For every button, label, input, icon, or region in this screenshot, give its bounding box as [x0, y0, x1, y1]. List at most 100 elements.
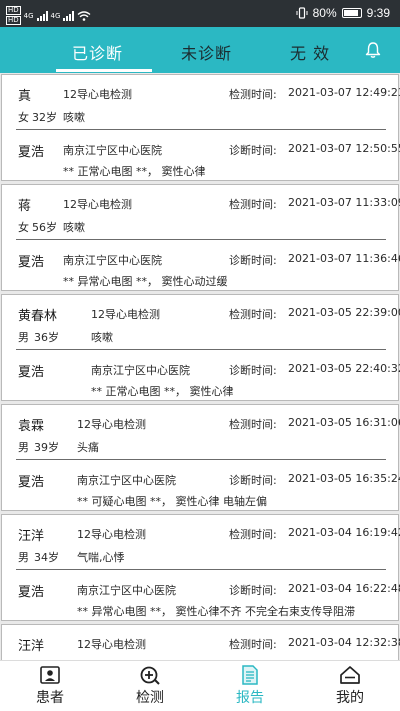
signal-icon — [36, 10, 48, 21]
doctor-name: 夏浩 — [18, 475, 45, 490]
patient-sex: 男 — [18, 551, 29, 564]
diagnosis-result: ** 正常心电图 **， 窦性心律 — [63, 165, 206, 178]
nav-label: 检测 — [136, 690, 164, 706]
nav-label: 患者 — [36, 690, 64, 706]
home-icon — [340, 666, 360, 684]
report-icon — [242, 665, 258, 685]
report-card[interactable]: 真 12导心电检测 检测时间: 2021-03-07 12:49:23 女 32… — [1, 74, 400, 181]
hospital-name: 南京江宁区中心医院 — [77, 474, 176, 487]
nav-label: 我的 — [336, 690, 364, 706]
sim1-badge: HD — [6, 6, 21, 15]
hospital-name: 南京江宁区中心医院 — [77, 584, 176, 597]
divider — [16, 239, 386, 240]
hospital-name: 南京江宁区中心医院 — [63, 144, 162, 157]
test-time-label: 检测时间: — [229, 198, 277, 211]
diag-time-label: 诊断时间: — [229, 474, 277, 487]
status-bar: HD HD 4G 4G 80% 9:39 — [0, 0, 400, 27]
detect-icon — [140, 666, 160, 685]
symptom: 气喘,心悸 — [77, 551, 125, 564]
signal-area: HD HD 4G 4G — [6, 6, 91, 25]
nav-patients[interactable]: 患者 — [20, 665, 80, 707]
network-type-2: 4G — [50, 11, 61, 20]
report-card[interactable]: 汪洋 12导心电检测 检测时间: 2021-03-04 12:32:38 — [1, 624, 400, 660]
tab-diagnosed[interactable]: 已诊断 — [72, 40, 123, 64]
patient-name: 汪洋 — [18, 639, 45, 654]
status-right: 80% 9:39 — [296, 6, 390, 20]
battery-icon — [341, 8, 362, 18]
divider — [16, 349, 386, 350]
tab-invalid[interactable]: 无 效 — [290, 40, 330, 64]
divider — [16, 459, 386, 460]
report-card[interactable]: 蒋 12导心电检测 检测时间: 2021-03-07 11:33:09 女 56… — [1, 184, 400, 291]
patient-name: 蒋 — [18, 199, 32, 214]
sim2-badge: HD — [6, 16, 21, 25]
patient-name: 黄春林 — [18, 309, 58, 324]
test-time: 2021-03-04 16:19:42 — [288, 526, 400, 539]
active-tab-indicator — [56, 69, 152, 72]
network-type-1: 4G — [23, 11, 34, 20]
test-time: 2021-03-07 11:33:09 — [288, 196, 400, 209]
diag-time-label: 诊断时间: — [229, 144, 277, 157]
diag-time: 2021-03-04 16:22:48 — [288, 582, 400, 595]
test-time-label: 检测时间: — [229, 88, 277, 101]
clock: 9:39 — [366, 6, 390, 20]
diag-time: 2021-03-05 16:35:24 — [288, 472, 400, 485]
patient-age: 32岁 — [32, 111, 57, 124]
patient-sex: 女 — [18, 221, 29, 234]
nav-detect[interactable]: 检测 — [120, 665, 180, 707]
test-type: 12导心电检测 — [77, 418, 146, 431]
symptom: 咳嗽 — [63, 221, 85, 234]
patient-age: 34岁 — [34, 551, 59, 564]
doctor-name: 夏浩 — [18, 145, 45, 160]
test-time-label: 检测时间: — [229, 308, 277, 321]
diag-time-label: 诊断时间: — [229, 254, 277, 267]
bell-icon[interactable] — [364, 41, 382, 59]
hospital-name: 南京江宁区中心医院 — [91, 364, 190, 377]
hospital-name: 南京江宁区中心医院 — [63, 254, 162, 267]
patient-name: 汪洋 — [18, 529, 45, 544]
divider — [16, 129, 386, 130]
report-card[interactable]: 汪洋 12导心电检测 检测时间: 2021-03-04 16:19:42 男 3… — [1, 514, 400, 621]
top-tab-bar: 已诊断 未诊断 无 效 — [0, 27, 400, 73]
diagnosis-result: ** 异常心电图 **， 窦性心律不齐 不完全右束支传导阻滞 — [77, 605, 355, 618]
vibrate-icon — [296, 7, 308, 19]
test-time: 2021-03-05 16:31:06 — [288, 416, 400, 429]
symptom: 头痛 — [77, 441, 99, 454]
divider — [16, 569, 386, 570]
patient-age: 36岁 — [34, 331, 59, 344]
wifi-icon — [77, 10, 91, 21]
report-list[interactable]: 真 12导心电检测 检测时间: 2021-03-07 12:49:23 女 32… — [0, 73, 400, 660]
symptom: 咳嗽 — [91, 331, 113, 344]
test-time-label: 检测时间: — [229, 528, 277, 541]
diag-time-label: 诊断时间: — [229, 364, 277, 377]
nav-reports[interactable]: 报告 — [220, 665, 280, 707]
test-type: 12导心电检测 — [63, 88, 132, 101]
diagnosis-result: ** 异常心电图 **， 窦性心动过缓 — [63, 275, 228, 288]
tab-undiagnosed[interactable]: 未诊断 — [181, 40, 232, 64]
test-time: 2021-03-04 12:32:38 — [288, 636, 400, 649]
diag-time-label: 诊断时间: — [229, 584, 277, 597]
symptom: 咳嗽 — [63, 111, 85, 124]
patient-name: 袁霖 — [18, 419, 45, 434]
bottom-nav: 患者 检测 报告 我的 — [0, 660, 400, 711]
test-type: 12导心电检测 — [91, 308, 160, 321]
doctor-name: 夏浩 — [18, 255, 45, 270]
patient-age: 56岁 — [32, 221, 57, 234]
diag-time: 2021-03-05 22:40:32 — [288, 362, 400, 375]
patient-age: 39岁 — [34, 441, 59, 454]
diag-time: 2021-03-07 11:36:46 — [288, 252, 400, 265]
battery-percent: 80% — [312, 6, 337, 20]
nav-mine[interactable]: 我的 — [320, 665, 380, 707]
test-time: 2021-03-07 12:49:23 — [288, 86, 400, 99]
doctor-name: 夏浩 — [18, 585, 45, 600]
report-card[interactable]: 袁霖 12导心电检测 检测时间: 2021-03-05 16:31:06 男 3… — [1, 404, 400, 511]
patient-sex: 女 — [18, 111, 29, 124]
test-time-label: 检测时间: — [229, 638, 277, 651]
test-time-label: 检测时间: — [229, 418, 277, 431]
nav-label: 报告 — [236, 690, 264, 706]
report-card[interactable]: 黄春林 12导心电检测 检测时间: 2021-03-05 22:39:00 男 … — [1, 294, 400, 401]
test-type: 12导心电检测 — [63, 198, 132, 211]
diagnosis-result: ** 正常心电图 **， 窦性心律 — [91, 385, 234, 398]
test-type: 12导心电检测 — [77, 528, 146, 541]
signal-icon — [63, 10, 75, 21]
